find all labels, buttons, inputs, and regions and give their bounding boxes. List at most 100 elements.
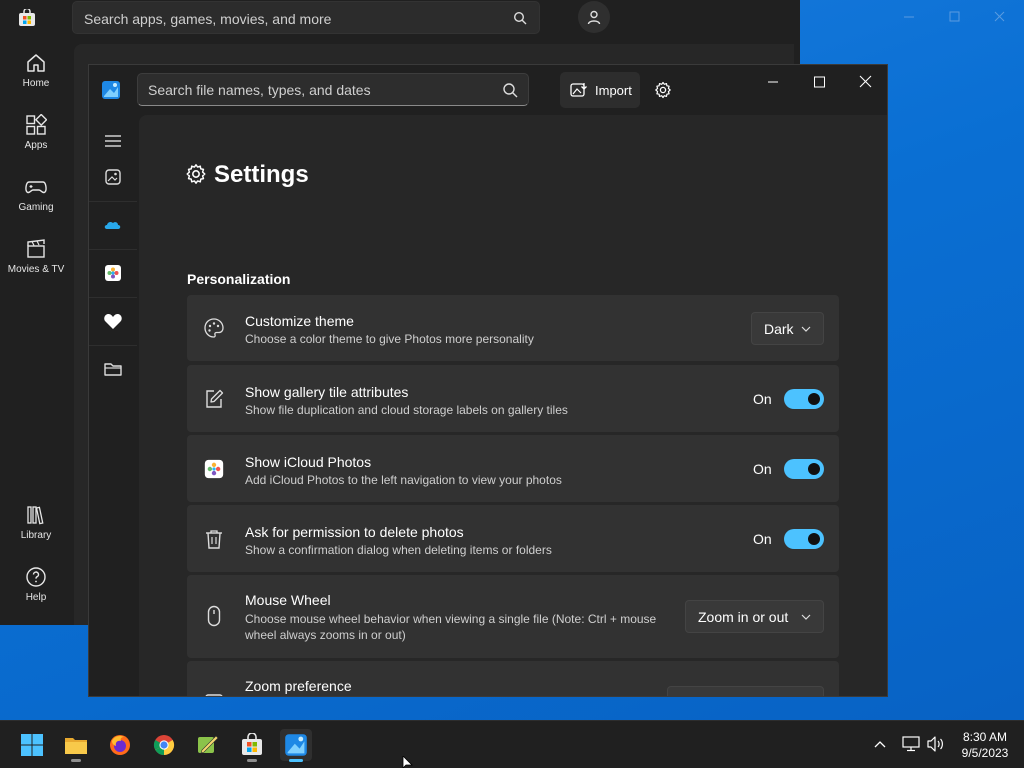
chrome-icon (153, 735, 175, 756)
toggle-state-label: On (753, 461, 772, 477)
rail-divider (89, 297, 137, 298)
close-icon (859, 75, 872, 88)
chevron-up-icon[interactable] (873, 739, 887, 749)
nav-home-label: Home (22, 78, 50, 89)
start-icon (21, 734, 43, 756)
home-icon (27, 54, 45, 72)
nav-apps-label: Apps (24, 140, 48, 151)
nav-home[interactable]: Home (0, 52, 72, 108)
zoom-preference-dropdown[interactable] (667, 686, 824, 696)
photos-search-box[interactable]: Search file names, types, and dates (137, 73, 529, 106)
setting-description: Show file duplication and cloud storage … (245, 403, 568, 417)
icloud-photos-icon (204, 459, 224, 479)
gear-icon[interactable] (654, 81, 672, 99)
setting-description: Show a confirmation dialog when deleting… (245, 543, 552, 557)
mouse-cursor-icon (402, 756, 413, 768)
import-button[interactable]: Import (560, 72, 640, 108)
gallery-icon[interactable] (101, 165, 125, 189)
clapperboard-icon (27, 239, 45, 258)
minimize-icon (768, 81, 778, 83)
search-icon[interactable] (513, 11, 527, 25)
maximize-button[interactable] (804, 73, 834, 91)
setting-show-icloud-photos: Show iCloud Photos Add iCloud Photos to … (187, 435, 839, 502)
toggle-state-label: On (753, 391, 772, 407)
file-explorer-icon (65, 738, 87, 754)
store-search-box[interactable]: Search apps, games, movies, and more (72, 1, 540, 34)
maximize-icon (814, 76, 825, 88)
section-title: Personalization (187, 271, 291, 287)
gear-icon (186, 164, 206, 184)
icloud-photos-icon[interactable] (101, 261, 125, 285)
palette-icon (204, 318, 224, 338)
network-icon[interactable] (902, 735, 920, 753)
taskbar-file-explorer[interactable] (60, 729, 92, 762)
chevron-down-icon (801, 614, 811, 620)
toggle-knob (808, 463, 820, 475)
hamburger-menu-icon[interactable] (101, 129, 125, 153)
nav-help[interactable]: Help (0, 566, 72, 622)
edit-icon (206, 389, 224, 408)
system-clock[interactable]: 8:30 AM 9/5/2023 (952, 729, 1018, 761)
taskbar-pen-app[interactable] (192, 729, 224, 761)
library-icon (27, 506, 44, 525)
nav-library[interactable]: Library (0, 504, 72, 560)
minimize-button[interactable] (758, 73, 788, 91)
mouse-wheel-dropdown[interactable]: Zoom in or out (685, 600, 824, 633)
setting-title: Show gallery tile attributes (245, 384, 409, 400)
taskbar-store[interactable] (236, 729, 268, 762)
nav-movies-tv[interactable]: Movies & TV (0, 238, 72, 294)
active-indicator (289, 759, 303, 762)
settings-page: Settings Personalization Customize theme… (139, 115, 887, 696)
nav-apps[interactable]: Apps (0, 114, 72, 170)
nav-gaming[interactable]: Gaming (0, 176, 72, 232)
setting-delete-permission: Ask for permission to delete photos Show… (187, 505, 839, 572)
search-icon[interactable] (502, 82, 518, 98)
setting-description: Choose mouse wheel behavior when viewing… (245, 612, 657, 642)
setting-gallery-tile-attributes: Show gallery tile attributes Show file d… (187, 365, 839, 432)
user-icon (587, 10, 601, 25)
delete-permission-toggle[interactable] (784, 529, 824, 549)
start-button[interactable] (16, 729, 48, 761)
taskbar-photos[interactable] (280, 729, 312, 762)
setting-mouse-wheel: Mouse Wheel Choose mouse wheel behavior … (187, 575, 839, 658)
setting-description: Add iCloud Photos to the left navigation… (245, 473, 562, 487)
setting-title: Show iCloud Photos (245, 454, 372, 470)
pen-app-icon (198, 735, 219, 754)
store-search-placeholder: Search apps, games, movies, and more (84, 11, 332, 27)
store-icon (242, 733, 262, 755)
volume-icon[interactable] (926, 735, 946, 753)
store-titlebar: Search apps, games, movies, and more (0, 0, 800, 36)
onedrive-icon[interactable] (101, 213, 125, 237)
photos-search-placeholder: Search file names, types, and dates (148, 82, 371, 98)
photos-nav-rail (89, 113, 137, 696)
zoom-icon (205, 694, 223, 696)
store-logo-icon (18, 7, 36, 27)
toggle-state-label: On (753, 531, 772, 547)
photos-icon (285, 734, 307, 756)
setting-description: Choose a color theme to give Photos more… (245, 332, 534, 346)
taskbar-chrome[interactable] (148, 729, 180, 761)
mouse-icon (207, 605, 221, 627)
theme-dropdown[interactable]: Dark (751, 312, 824, 345)
running-indicator (247, 759, 257, 762)
gallery-attributes-toggle[interactable] (784, 389, 824, 409)
close-button[interactable] (850, 73, 880, 91)
account-button[interactable] (578, 1, 610, 33)
taskbar-firefox[interactable] (104, 729, 136, 761)
clock-time: 8:30 AM (962, 730, 1008, 744)
toggle-knob (808, 393, 820, 405)
toggle-knob (808, 533, 820, 545)
import-label: Import (595, 83, 632, 98)
clock-date: 9/5/2023 (961, 746, 1009, 760)
taskbar: 8:30 AM 9/5/2023 (0, 720, 1024, 768)
photos-titlebar: Search file names, types, and dates Impo… (89, 65, 887, 113)
folder-icon[interactable] (101, 357, 125, 381)
nav-gaming-label: Gaming (18, 202, 54, 213)
icloud-photos-toggle[interactable] (784, 459, 824, 479)
nav-library-label: Library (20, 530, 52, 541)
nav-help-label: Help (25, 592, 47, 603)
page-title: Settings (214, 161, 309, 188)
heart-icon[interactable] (101, 309, 125, 333)
gamepad-icon (25, 181, 47, 194)
chevron-down-icon (801, 326, 811, 332)
